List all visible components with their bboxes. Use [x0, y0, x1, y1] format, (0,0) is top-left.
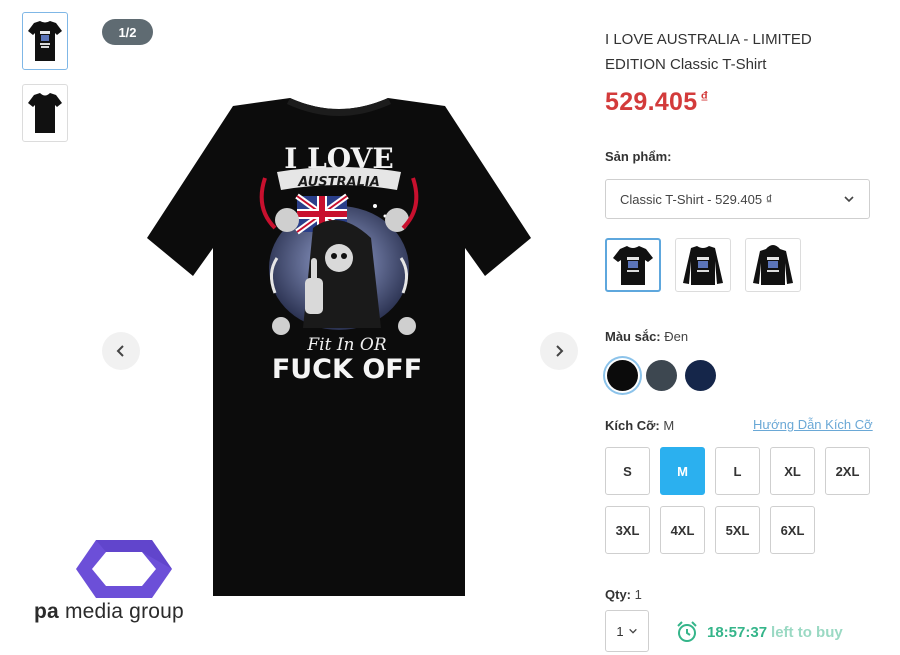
alarm-clock-icon	[677, 621, 697, 642]
hoodie-image	[753, 245, 793, 285]
size-button-m[interactable]: M	[660, 447, 705, 495]
shirt-print-line4: FUCK OFF	[272, 354, 422, 385]
tshirt-back-thumbnail-image	[28, 21, 62, 61]
qty-label: Qty: 1	[605, 587, 642, 602]
pa-media-group-logo: pa media group	[34, 538, 224, 628]
qty-label-text: Qty:	[605, 587, 631, 602]
size-button-3xl[interactable]: 3XL	[605, 506, 650, 554]
color-swatch-charcoal[interactable]	[646, 360, 677, 391]
price-currency: ₫	[700, 89, 709, 106]
color-label: Màu sắc: Đen	[605, 329, 688, 344]
classic-tshirt-image	[613, 246, 653, 285]
style-option-classic-tshirt[interactable]	[605, 238, 661, 292]
size-value: M	[663, 418, 675, 433]
image-counter: 1/2	[102, 19, 153, 45]
chevron-down-icon	[628, 628, 637, 634]
size-label-text: Kích Cỡ:	[605, 418, 660, 433]
style-option-long-sleeve[interactable]	[675, 238, 731, 292]
previous-image-button[interactable]	[102, 332, 140, 370]
product-price: 529.405 ₫	[605, 88, 708, 117]
size-button-s[interactable]: S	[605, 447, 650, 495]
shirt-print-banner: AUSTRALIA	[297, 175, 380, 190]
product-label-text: Sản phẩm:	[605, 149, 672, 164]
chevron-right-icon	[556, 345, 564, 357]
thumbnail-front[interactable]	[22, 84, 68, 142]
size-guide-link[interactable]: Hướng Dẫn Kích Cỡ	[753, 417, 873, 432]
size-button-5xl[interactable]: 5XL	[715, 506, 760, 554]
color-value: Đen	[664, 329, 689, 344]
qty-label-value: 1	[634, 587, 642, 602]
countdown-timer: 18:57:37 left to buy	[675, 620, 843, 644]
hexagon-logo-icon	[76, 540, 172, 598]
countdown-time: 18:57:37	[707, 623, 768, 641]
product-main-image: I LOVE AUSTRALIA Fit In OR FUCK OFF	[147, 98, 531, 596]
size-button-2xl[interactable]: 2XL	[825, 447, 870, 495]
size-button-xl[interactable]: XL	[770, 447, 815, 495]
size-button-6xl[interactable]: 6XL	[770, 506, 815, 554]
product-select[interactable]: Classic T-Shirt - 529.405 ₫	[605, 179, 870, 219]
color-swatch-navy[interactable]	[685, 360, 716, 391]
color-swatch-black[interactable]	[607, 360, 638, 391]
price-value: 529.405	[605, 88, 698, 116]
style-option-hoodie[interactable]	[745, 238, 801, 292]
tshirt-front-thumbnail-image	[28, 93, 62, 133]
size-button-l[interactable]: L	[715, 447, 760, 495]
logo-text-rest: media group	[58, 600, 184, 623]
quantity-select-value: 1	[616, 623, 624, 639]
size-button-4xl[interactable]: 4XL	[660, 506, 705, 554]
shirt-print-line3: Fit In OR	[306, 335, 386, 355]
quantity-select[interactable]: 1	[605, 610, 649, 652]
next-image-button[interactable]	[540, 332, 578, 370]
logo-text-bold: pa	[34, 600, 59, 623]
thumbnail-list	[22, 12, 70, 156]
thumbnail-back[interactable]	[22, 12, 68, 70]
product-select-value: Classic T-Shirt - 529.405 ₫	[620, 191, 773, 207]
countdown-suffix: left to buy	[771, 623, 843, 641]
long-sleeve-image	[683, 246, 723, 285]
product-label: Sản phẩm:	[605, 149, 671, 164]
color-label-text: Màu sắc:	[605, 329, 661, 344]
size-label: Kích Cỡ: M	[605, 418, 674, 433]
product-title: I LOVE AUSTRALIA - LIMITED EDITION Class…	[605, 31, 812, 73]
chevron-left-icon	[116, 345, 124, 357]
chevron-down-icon	[844, 196, 854, 203]
logo-text: pa media group	[34, 600, 184, 624]
